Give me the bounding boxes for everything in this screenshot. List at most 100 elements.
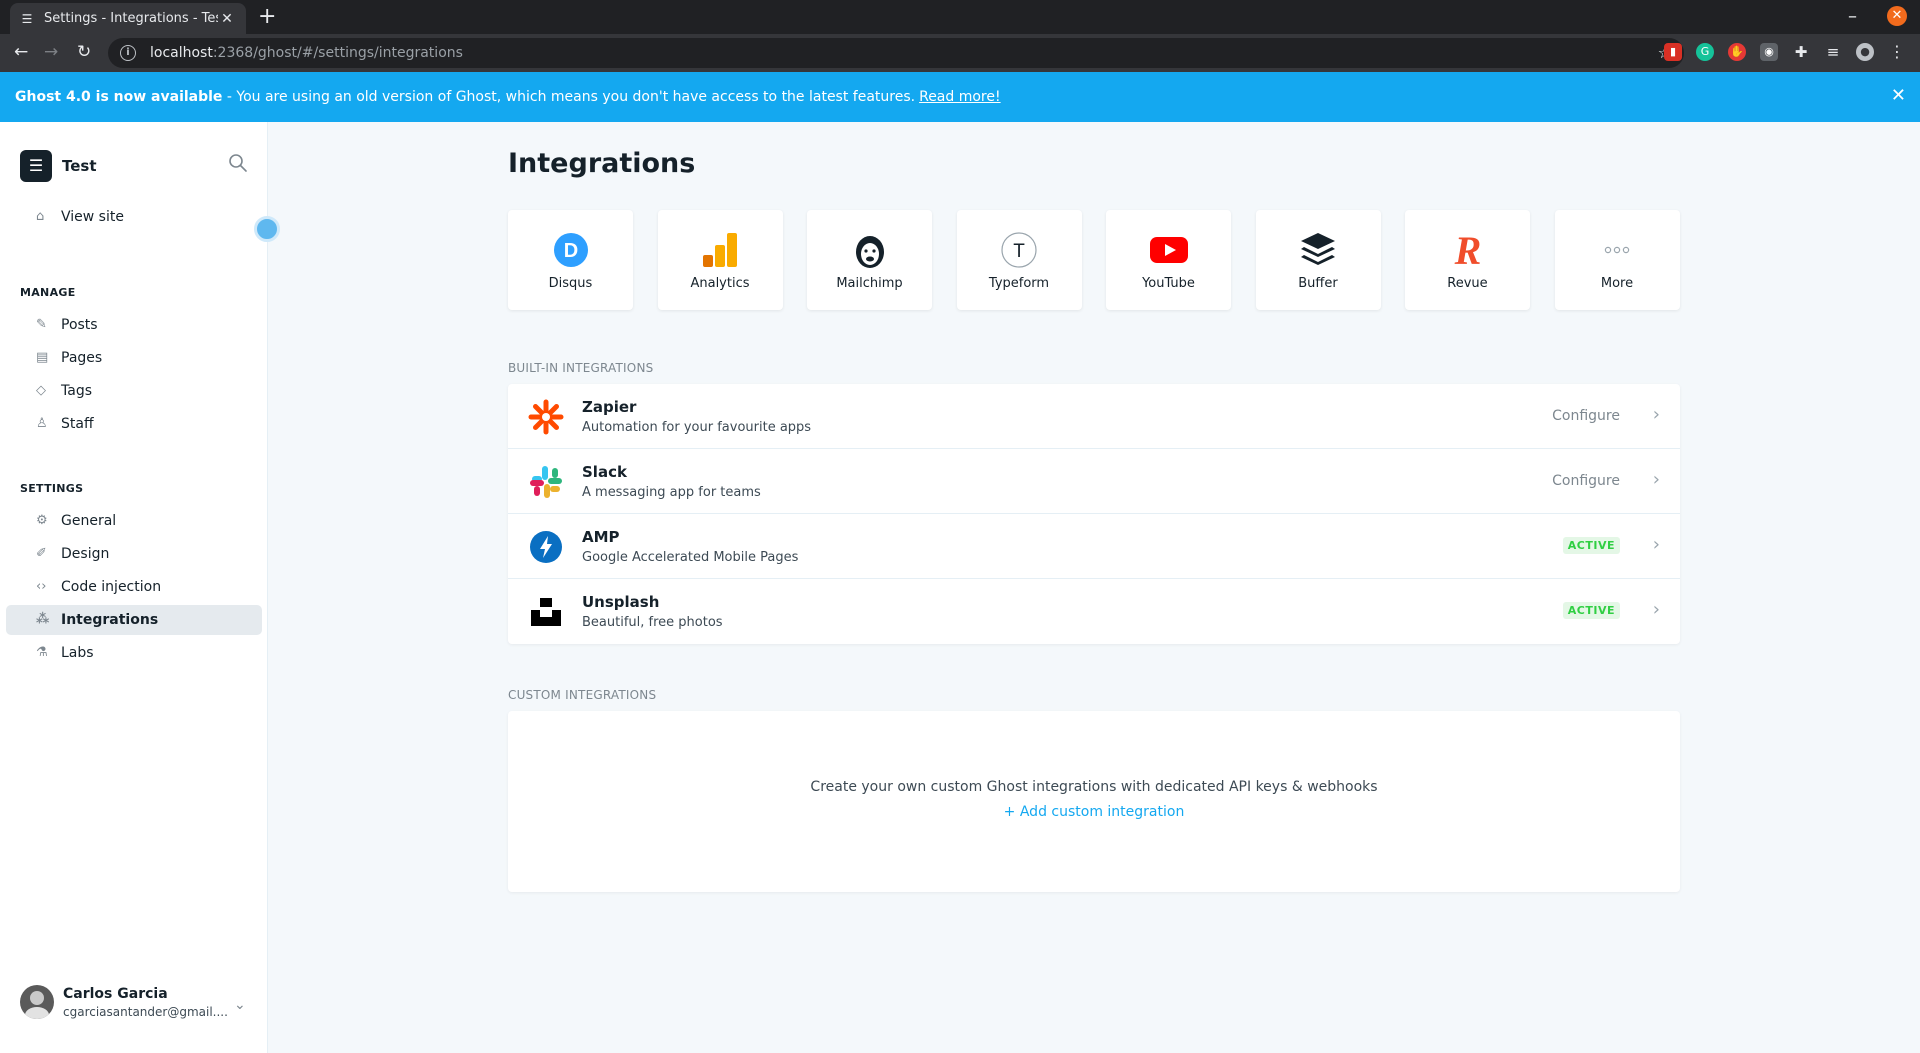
back-icon[interactable]: ← (14, 42, 28, 62)
integration-row-slack[interactable]: Slack A messaging app for teams Configur… (508, 449, 1680, 514)
window-close-icon[interactable]: ✕ (1887, 6, 1907, 26)
pages-icon: ▤ (36, 350, 49, 365)
app-integrations-grid: D Disqus Analytics Mailchimp T Typeform (508, 210, 1680, 310)
sidebar-item-label: Code injection (61, 579, 162, 595)
browser-tab[interactable]: ☰ Settings - Integrations - Test ✕ (10, 3, 246, 34)
browser-menu-icon[interactable]: ⋮ (1888, 43, 1906, 61)
integration-name: Slack (582, 463, 627, 481)
status-badge: ACTIVE (1562, 537, 1620, 554)
address-bar[interactable]: i localhost :2368/ghost/#/settings/integ… (108, 38, 1684, 68)
builtin-section-label: BUILT-IN INTEGRATIONS (508, 361, 654, 375)
site-info-icon[interactable]: i (120, 45, 136, 61)
tags-icon: ◇ (36, 383, 46, 398)
app-label: Buffer (1298, 276, 1338, 291)
banner-text: - You are using an old version of Ghost,… (222, 89, 916, 105)
add-custom-integration-link[interactable]: + Add custom integration (508, 804, 1680, 820)
integration-description: A messaging app for teams (582, 485, 761, 500)
app-card-more[interactable]: More (1554, 210, 1680, 310)
forward-icon[interactable]: → (44, 42, 58, 62)
typeform-icon: T (999, 230, 1039, 270)
minimize-icon[interactable]: – (1848, 6, 1857, 27)
sidebar: ☰ Test ⌂ View site MANAGE ✎ Posts ▤ Page… (0, 122, 280, 1053)
manage-section-label: MANAGE (20, 286, 76, 299)
user-name: Carlos Garcia (63, 985, 168, 1002)
url-path: :2368/ghost/#/settings/integrations (212, 45, 463, 61)
sidebar-item-label: Tags (61, 383, 92, 399)
user-menu[interactable]: Carlos Garcia cgarciasantander@gmail.... (20, 985, 228, 1019)
new-tab-icon[interactable]: + (258, 5, 276, 29)
status-badge: ACTIVE (1562, 602, 1620, 619)
sidebar-item-integrations[interactable]: ⁂ Integrations (6, 605, 262, 635)
sidebar-item-label: General (61, 513, 117, 529)
app-card-mailchimp[interactable]: Mailchimp (807, 210, 932, 310)
configure-link[interactable]: Configure (1552, 408, 1620, 424)
integrations-icon: ⁂ (36, 612, 50, 627)
mailchimp-icon (850, 230, 890, 270)
app-card-disqus[interactable]: D Disqus (508, 210, 633, 310)
chevron-right-icon: › (1652, 469, 1660, 490)
site-name: Test (62, 157, 97, 175)
app-label: Typeform (988, 276, 1050, 291)
integration-description: Automation for your favourite apps (582, 420, 812, 435)
home-icon: ⌂ (36, 209, 45, 224)
chevron-right-icon: › (1652, 404, 1660, 425)
brush-icon: ✐ (36, 546, 47, 561)
tab-title: Settings - Integrations - Test (44, 11, 218, 26)
banner-title: Ghost 4.0 is now available (15, 89, 223, 105)
sidebar-item-general[interactable]: ⚙ General (6, 506, 262, 536)
search-icon[interactable] (227, 152, 249, 174)
sidebar-item-view-site[interactable]: ⌂ View site (6, 202, 262, 232)
sidebar-item-labs[interactable]: ⚗ Labs (6, 638, 262, 668)
site-brand[interactable]: ☰ Test (20, 150, 97, 182)
slack-icon (528, 464, 564, 500)
extension-hand-icon[interactable]: ✋ (1728, 43, 1746, 61)
integration-row-amp[interactable]: AMP Google Accelerated Mobile Pages ACTI… (508, 514, 1680, 579)
camera-icon[interactable]: ◉ (1760, 43, 1778, 61)
chevron-down-icon[interactable]: ⌄ (234, 997, 246, 1013)
sidebar-item-label: Staff (61, 416, 94, 432)
sidebar-item-pages[interactable]: ▤ Pages (6, 343, 262, 373)
banner-close-icon[interactable]: ✕ (1891, 85, 1906, 106)
media-queue-icon[interactable]: ≡ (1824, 43, 1842, 61)
integration-description: Google Accelerated Mobile Pages (582, 550, 799, 565)
youtube-icon (1149, 230, 1189, 270)
sidebar-item-design[interactable]: ✐ Design (6, 539, 262, 569)
posts-icon: ✎ (36, 317, 47, 332)
settings-section-label: SETTINGS (20, 482, 84, 495)
ghost-favicon-icon: ☰ (21, 11, 33, 26)
amp-icon (528, 529, 564, 565)
tab-close-icon[interactable]: ✕ (218, 11, 236, 27)
configure-link[interactable]: Configure (1552, 473, 1620, 489)
integration-name: Unsplash (582, 593, 660, 611)
site-logo-icon: ☰ (20, 150, 52, 182)
app-label: Analytics (690, 276, 750, 291)
extensions-puzzle-icon[interactable]: ✚ (1792, 43, 1810, 61)
sidebar-item-posts[interactable]: ✎ Posts (6, 310, 262, 340)
grammarly-icon[interactable]: G (1696, 43, 1714, 61)
chevron-right-icon: › (1652, 599, 1660, 620)
banner-read-more-link[interactable]: Read more! (919, 89, 1001, 105)
sidebar-item-label: Posts (61, 317, 98, 333)
integration-row-zapier[interactable]: Zapier Automation for your favourite app… (508, 384, 1680, 449)
notification-dot[interactable] (254, 216, 280, 242)
chevron-right-icon: › (1652, 534, 1660, 555)
svg-text:T: T (1013, 241, 1025, 262)
reload-icon[interactable]: ↻ (77, 42, 91, 62)
app-card-youtube[interactable]: YouTube (1106, 210, 1231, 310)
sidebar-item-label: Integrations (61, 612, 159, 628)
avatar (20, 985, 54, 1019)
sidebar-item-tags[interactable]: ◇ Tags (6, 376, 262, 406)
integration-row-unsplash[interactable]: Unsplash Beautiful, free photos ACTIVE › (508, 579, 1680, 644)
app-label: Revue (1447, 276, 1488, 291)
sidebar-item-code-injection[interactable]: ‹› Code injection (6, 572, 262, 602)
sidebar-item-staff[interactable]: ♙ Staff (6, 409, 262, 439)
app-card-revue[interactable]: R Revue (1405, 210, 1530, 310)
app-card-analytics[interactable]: Analytics (657, 210, 783, 310)
browser-toolbar: ← → ↻ i localhost :2368/ghost/#/settings… (0, 34, 1920, 72)
extension-red-icon[interactable]: ▮ (1664, 43, 1682, 61)
app-card-buffer[interactable]: Buffer (1255, 210, 1381, 310)
profile-avatar-icon[interactable]: ● (1856, 43, 1874, 61)
custom-integrations-text: Create your own custom Ghost integration… (810, 779, 1378, 795)
page-title: Integrations (508, 148, 696, 179)
app-card-typeform[interactable]: T Typeform (956, 210, 1082, 310)
